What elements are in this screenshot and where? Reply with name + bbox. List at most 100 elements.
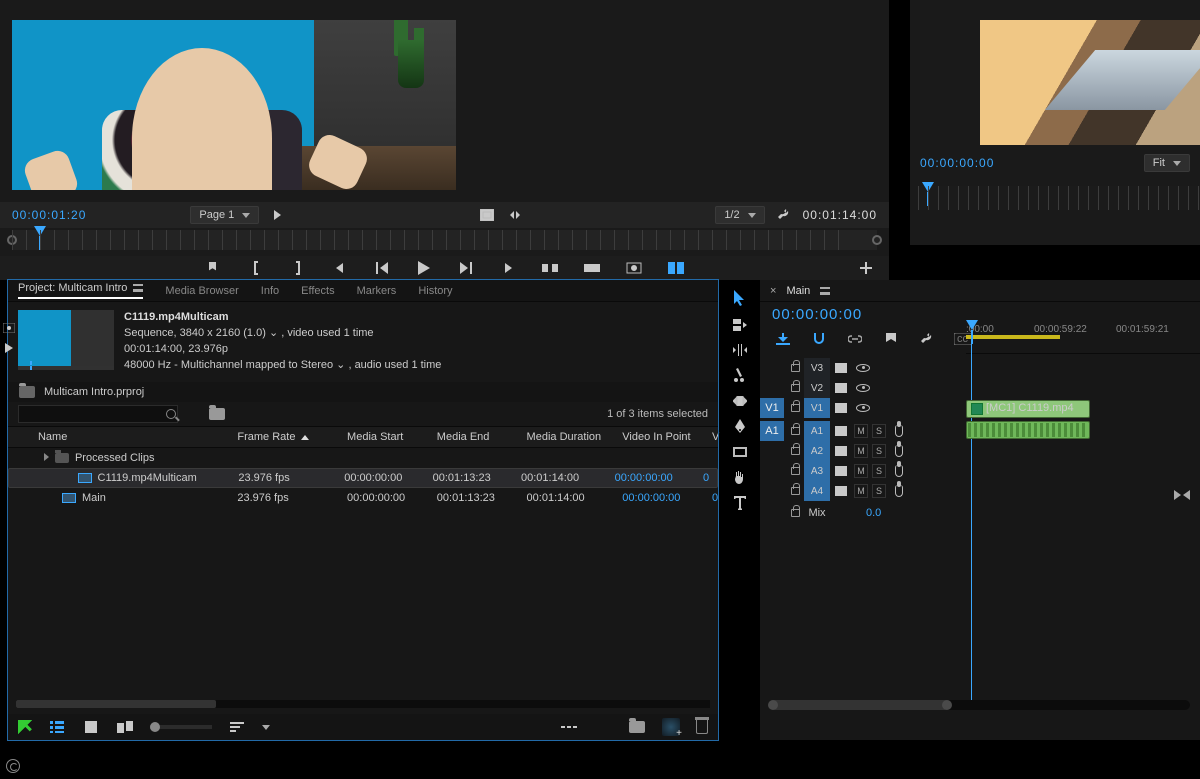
play-icon[interactable]: [415, 260, 433, 276]
snap-icon[interactable]: [810, 331, 828, 347]
eye-icon[interactable]: [852, 404, 874, 412]
rectangle-tool-icon[interactable]: [731, 445, 749, 458]
lock-icon[interactable]: [786, 467, 804, 475]
automate-to-seq-icon[interactable]: [560, 719, 578, 735]
freeform-view-icon[interactable]: [116, 719, 134, 735]
source-patch[interactable]: V1: [760, 398, 784, 418]
tab-history[interactable]: History: [418, 285, 452, 297]
track-target[interactable]: A2: [804, 441, 830, 461]
go-to-in-icon[interactable]: [331, 260, 349, 276]
tab-info[interactable]: Info: [261, 285, 279, 297]
audio-clip[interactable]: [966, 421, 1090, 439]
project-hscroll[interactable]: [16, 700, 710, 708]
find-icon[interactable]: [594, 719, 612, 735]
mark-in-icon[interactable]: [205, 260, 223, 276]
mix-value[interactable]: 0.0: [866, 507, 881, 519]
solo-button[interactable]: S: [872, 464, 886, 478]
pen-tool-icon[interactable]: [731, 419, 749, 433]
tab-effects[interactable]: Effects: [301, 285, 334, 297]
track-header[interactable]: A2MS: [760, 441, 1200, 461]
program-time-ruler[interactable]: [918, 186, 1200, 210]
list-view-icon[interactable]: [48, 719, 66, 735]
col-media-end[interactable]: Media End: [431, 431, 521, 443]
search-input[interactable]: [18, 405, 178, 423]
sync-lock-icon[interactable]: [830, 426, 852, 436]
linked-selection-icon[interactable]: [846, 331, 864, 347]
step-fwd-icon[interactable]: [457, 260, 475, 276]
track-target[interactable]: V2: [804, 378, 830, 398]
video-clip[interactable]: [MC1] C1119.mp4: [966, 400, 1090, 418]
tab-markers[interactable]: Markers: [357, 285, 397, 297]
razor-tool-icon[interactable]: [731, 368, 749, 382]
source-patch[interactable]: [760, 481, 784, 501]
track-target[interactable]: A3: [804, 461, 830, 481]
mark-in-bracket-icon[interactable]: [247, 260, 265, 276]
lock-icon[interactable]: [786, 364, 804, 372]
solo-button[interactable]: S: [872, 484, 886, 498]
voice-over-icon[interactable]: [888, 465, 910, 477]
table-row[interactable]: C1119.mp4Multicam23.976 fps00:00:00:0000…: [8, 468, 718, 488]
lock-icon[interactable]: [786, 404, 804, 412]
eye-icon[interactable]: [852, 384, 874, 392]
clip-thumbnail[interactable]: [18, 310, 114, 366]
mark-out-bracket-icon[interactable]: [289, 260, 307, 276]
lock-icon[interactable]: [786, 487, 804, 495]
pencil-icon[interactable]: [18, 720, 32, 734]
voice-over-icon[interactable]: [888, 485, 910, 497]
col-name[interactable]: Name: [32, 431, 231, 443]
tab-project[interactable]: Project: Multicam Intro: [18, 282, 143, 299]
page-select[interactable]: Page 1: [190, 206, 259, 224]
table-row[interactable]: Processed Clips: [8, 448, 718, 468]
hand-tool-icon[interactable]: [731, 470, 749, 484]
source-patch[interactable]: [760, 378, 784, 398]
col-v[interactable]: V: [706, 431, 718, 443]
col-media-start[interactable]: Media Start: [341, 431, 431, 443]
source-patch[interactable]: [760, 441, 784, 461]
program-zoom-select[interactable]: Fit: [1144, 154, 1190, 172]
sync-lock-icon[interactable]: [830, 403, 852, 413]
add-marker-icon[interactable]: [882, 331, 900, 347]
button-editor-icon[interactable]: [857, 260, 875, 276]
track-select-tool-icon[interactable]: [731, 318, 749, 331]
track-target[interactable]: A4: [804, 481, 830, 501]
timeline-playhead[interactable]: [966, 320, 978, 330]
source-patch[interactable]: [760, 461, 784, 481]
mute-button[interactable]: M: [854, 464, 868, 478]
lock-icon[interactable]: [786, 509, 804, 517]
type-tool-icon[interactable]: [731, 496, 749, 510]
voice-over-icon[interactable]: [888, 445, 910, 457]
filter-bin-icon[interactable]: [208, 406, 226, 422]
export-frame-icon[interactable]: [625, 260, 643, 276]
tab-media-browser[interactable]: Media Browser: [165, 285, 238, 297]
new-item-icon[interactable]: [662, 718, 680, 736]
table-row[interactable]: Main23.976 fps00:00:00:0000:01:13:2300:0…: [8, 488, 718, 508]
project-breadcrumb[interactable]: Multicam Intro.prproj: [44, 386, 144, 398]
mute-button[interactable]: M: [854, 424, 868, 438]
lock-icon[interactable]: [786, 384, 804, 392]
source-patch[interactable]: [760, 358, 784, 378]
track-target[interactable]: V1: [804, 398, 830, 418]
mute-button[interactable]: M: [854, 484, 868, 498]
source-patch[interactable]: A1: [760, 421, 784, 441]
timeline-hscroll[interactable]: [770, 700, 1190, 710]
lock-icon[interactable]: [786, 427, 804, 435]
chevron-down-icon[interactable]: [262, 725, 270, 730]
source-duration[interactable]: 00:01:14:00: [803, 208, 877, 222]
resolution-select[interactable]: 1/2: [715, 206, 764, 224]
track-target[interactable]: V3: [804, 358, 830, 378]
insert-sequence-icon[interactable]: [774, 331, 792, 347]
lock-icon[interactable]: [786, 447, 804, 455]
step-back-icon[interactable]: [373, 260, 391, 276]
poster-frame-icon[interactable]: [0, 320, 18, 336]
icon-view-icon[interactable]: [82, 719, 100, 735]
bin-icon[interactable]: [18, 384, 36, 400]
sort-icon[interactable]: [228, 719, 246, 735]
mute-button[interactable]: M: [854, 444, 868, 458]
solo-button[interactable]: S: [872, 424, 886, 438]
safe-margins-icon[interactable]: [478, 207, 496, 223]
col-frame-rate[interactable]: Frame Rate: [231, 431, 341, 443]
new-bin-icon[interactable]: [628, 719, 646, 735]
timeline-ruler[interactable]: :00:00 00:00:59:22 00:01:59:21: [966, 324, 1200, 354]
sync-lock-icon[interactable]: [830, 363, 852, 373]
wrench-icon[interactable]: [775, 207, 793, 223]
